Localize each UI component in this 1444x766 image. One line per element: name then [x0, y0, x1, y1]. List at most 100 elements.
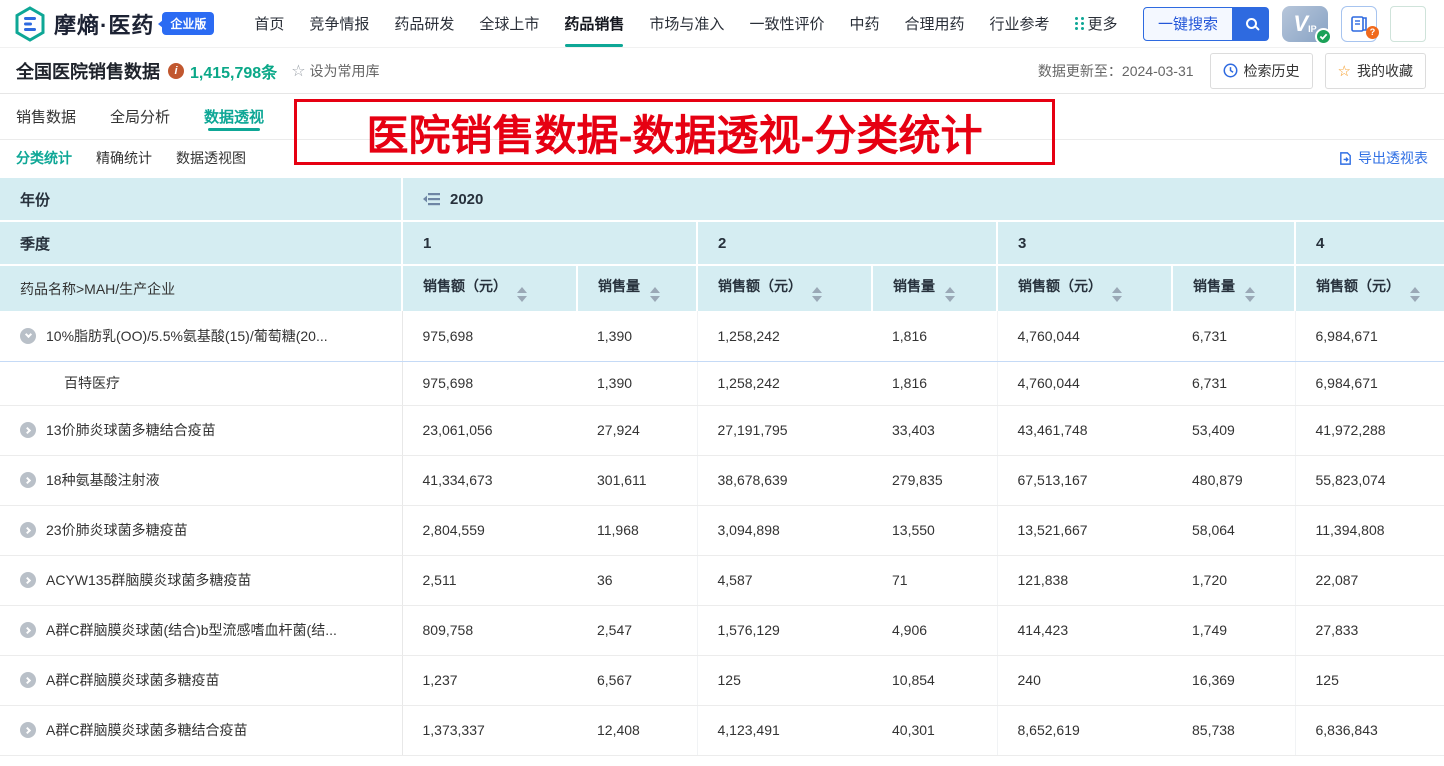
sort-icon[interactable]: [812, 286, 822, 302]
col-sales-qty-q3[interactable]: 销售量: [1172, 265, 1296, 311]
nav-item-tcm[interactable]: 中药: [849, 0, 879, 47]
sort-icon[interactable]: [1410, 286, 1420, 302]
cell-sales-qty: 1,816: [872, 311, 998, 362]
info-icon[interactable]: i: [168, 62, 184, 79]
nav-item-more[interactable]: 更多: [1074, 0, 1118, 47]
cell-sales-qty: 11,968: [577, 505, 698, 556]
guide-book-icon[interactable]: ?: [1341, 5, 1379, 42]
cell-sales-amount: 4,587: [697, 555, 872, 606]
expand-toggle-icon[interactable]: [20, 472, 36, 488]
annotation-box: 医院销售数据-数据透视-分类统计: [294, 99, 1055, 165]
subtab-pivot-chart[interactable]: 数据透视图: [176, 148, 246, 168]
expand-toggle-icon[interactable]: [20, 327, 36, 344]
star-outline-icon[interactable]: ☆: [291, 61, 305, 81]
cell-sales-qty: 27,924: [577, 405, 698, 456]
cell-sales-amount: 121,838: [997, 555, 1172, 606]
nav-item-market-access[interactable]: 市场与准入: [649, 0, 724, 47]
table-row[interactable]: A群C群脑膜炎球菌多糖疫苗 1,237 6,567 125 10,854 240…: [0, 655, 1444, 706]
data-updated-text: 数据更新至：2024-03-31: [1037, 62, 1194, 79]
col-sales-amount-q4[interactable]: 销售额（元）: [1295, 265, 1444, 311]
database-info-bar: 全国医院销售数据 i 1,415,798条 ☆ 设为常用库 数据更新至：2024…: [0, 48, 1444, 94]
drug-name: ACYW135群脑膜炎球菌多糖疫苗: [46, 572, 252, 588]
cell-sales-amount: 27,191,795: [697, 405, 872, 456]
nav-item-industry-ref[interactable]: 行业参考: [989, 0, 1049, 47]
search-icon[interactable]: [1233, 6, 1269, 41]
nav-item-competitive[interactable]: 竞争情报: [309, 0, 369, 47]
grid-dots-icon: [1074, 17, 1078, 20]
expand-toggle-icon[interactable]: [20, 722, 36, 738]
quick-search-button[interactable]: 一键搜索: [1142, 6, 1269, 41]
table-row[interactable]: A群C群脑膜炎球菌(结合)b型流感嗜血杆菌(结... 809,758 2,547…: [0, 605, 1444, 656]
set-favorite-label[interactable]: 设为常用库: [310, 61, 380, 81]
year-value-cell: 2020: [402, 178, 1444, 222]
vip-badge-icon[interactable]: V IP: [1282, 5, 1332, 45]
my-collection-button[interactable]: ☆ 我的收藏: [1324, 52, 1426, 89]
cell-sales-qty: 6,567: [577, 655, 698, 706]
clock-icon: [1223, 63, 1238, 78]
sort-icon[interactable]: [650, 286, 660, 302]
nav-right-cluster: 一键搜索 V IP ?: [1142, 5, 1426, 45]
sort-icon[interactable]: [517, 286, 527, 302]
search-history-button[interactable]: 检索历史: [1209, 52, 1313, 89]
tab-global-analysis[interactable]: 全局分析: [110, 94, 170, 139]
table-row[interactable]: 18种氨基酸注射液 41,334,673 301,611 38,678,639 …: [0, 455, 1444, 506]
col-sales-qty-q1[interactable]: 销售量: [577, 265, 698, 311]
export-pivot-button[interactable]: 导出透视表: [1338, 148, 1428, 168]
cell-sales-amount: 240: [997, 655, 1172, 706]
table-row[interactable]: ACYW135群脑膜炎球菌多糖疫苗 2,511 36 4,587 71 121,…: [0, 555, 1444, 606]
expand-toggle-icon[interactable]: [20, 622, 36, 638]
nav-item-rational-use[interactable]: 合理用药: [904, 0, 964, 47]
sort-icon[interactable]: [945, 286, 955, 302]
expand-toggle-icon[interactable]: [20, 522, 36, 538]
quarter-1-cell: 1: [402, 221, 698, 266]
subtab-precise-stats[interactable]: 精确统计: [96, 148, 152, 168]
expand-toggle-icon[interactable]: [20, 572, 36, 588]
brand-name: 摩熵·医药: [54, 12, 155, 38]
nav-item-home[interactable]: 首页: [254, 0, 284, 47]
table-row[interactable]: 23价肺炎球菌多糖疫苗 2,804,559 11,968 3,094,898 1…: [0, 505, 1444, 556]
cell-sales-qty: 1,816: [872, 361, 998, 406]
check-icon: [1315, 27, 1332, 45]
cell-sales-amount: 3,094,898: [697, 505, 872, 556]
nav-item-consistency[interactable]: 一致性评价: [749, 0, 824, 47]
outdent-icon[interactable]: [423, 192, 440, 206]
cell-sales-qty: 6,731: [1172, 311, 1296, 362]
cell-sales-qty: 279,835: [872, 455, 998, 506]
cell-sales-amount: 22,087: [1295, 555, 1444, 606]
tab-data-pivot[interactable]: 数据透视: [204, 94, 264, 139]
cell-sales-amount: 8,652,619: [997, 705, 1172, 756]
col-sales-amount-q3[interactable]: 销售额（元）: [997, 265, 1173, 311]
sort-icon[interactable]: [1112, 286, 1122, 302]
nav-item-global[interactable]: 全球上市: [479, 0, 539, 47]
nav-item-rnd[interactable]: 药品研发: [394, 0, 454, 47]
drug-name: A群C群脑膜炎球菌(结合)b型流感嗜血杆菌(结...: [46, 622, 337, 638]
cell-sales-amount: 125: [1295, 655, 1444, 706]
record-count: 1,415,798条: [190, 64, 278, 82]
subtab-category-stats[interactable]: 分类统计: [16, 148, 72, 168]
sort-icon[interactable]: [1245, 286, 1255, 302]
info-right-cluster: 数据更新至：2024-03-31 检索历史 ☆ 我的收藏: [1037, 52, 1426, 89]
table-row[interactable]: 13价肺炎球菌多糖结合疫苗 23,061,056 27,924 27,191,7…: [0, 405, 1444, 456]
cell-sales-amount: 4,760,044: [997, 311, 1172, 362]
col-sales-amount-q2[interactable]: 销售额（元）: [697, 265, 873, 311]
tab-sales-data[interactable]: 销售数据: [16, 94, 76, 139]
cell-sales-qty: 301,611: [577, 455, 698, 506]
expand-toggle-icon[interactable]: [20, 672, 36, 688]
cell-sales-qty: 40,301: [872, 705, 998, 756]
column-header-row: 药品名称>MAH/生产企业 销售额（元） 销售量 销售额（元） 销售量 销售额（…: [0, 265, 1444, 311]
quarter-header-row: 季度 1 2 3 4: [0, 221, 1444, 266]
nav-item-drug-sales[interactable]: 药品销售: [564, 0, 624, 47]
cell-sales-qty: 85,738: [1172, 705, 1296, 756]
cell-sales-amount: 809,758: [402, 605, 577, 656]
question-badge-icon: ?: [1366, 25, 1379, 39]
table-row[interactable]: A群C群脑膜炎球菌多糖结合疫苗 1,373,337 12,408 4,123,4…: [0, 705, 1444, 756]
table-row[interactable]: 10%脂肪乳(OO)/5.5%氨基酸(15)/葡萄糖(20... 975,698…: [0, 311, 1444, 362]
placeholder-icon-box[interactable]: [1390, 5, 1426, 42]
table-row[interactable]: 百特医疗 975,698 1,390 1,258,242 1,816 4,760…: [0, 361, 1444, 406]
col-sales-qty-q2[interactable]: 销售量: [872, 265, 998, 311]
quarter-2-cell: 2: [697, 221, 998, 266]
cell-sales-amount: 125: [697, 655, 872, 706]
expand-toggle-icon[interactable]: [20, 422, 36, 438]
brand[interactable]: 摩熵·医药 企业版: [14, 5, 215, 42]
col-sales-amount-q1[interactable]: 销售额（元）: [402, 265, 578, 311]
